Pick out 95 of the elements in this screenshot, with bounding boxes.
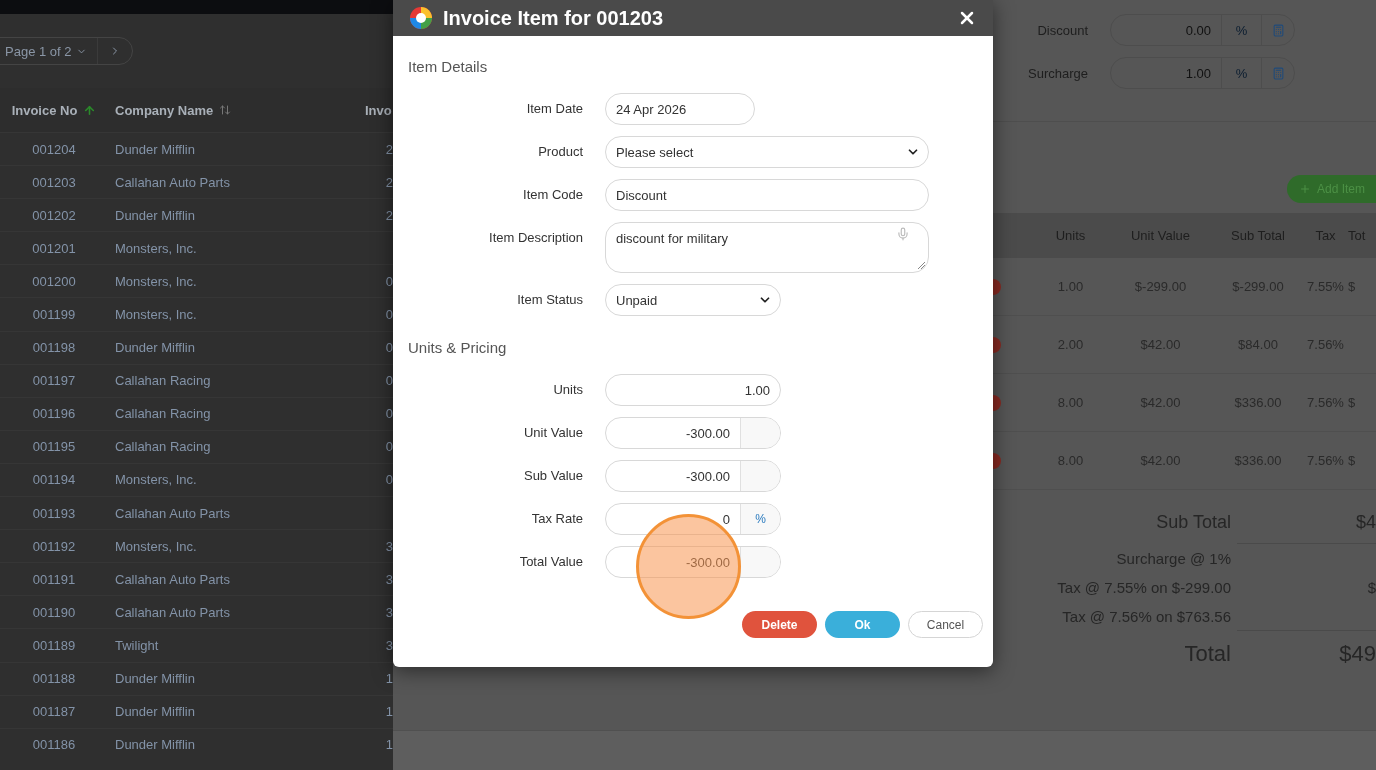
table-cell: Monsters, Inc. — [115, 538, 197, 554]
table-cell: 0 — [385, 373, 393, 389]
calculator-icon — [1271, 23, 1285, 37]
table-cell: Monsters, Inc. — [115, 273, 197, 289]
table-cell: 3 — [385, 604, 393, 620]
table-cell: 001203 — [32, 174, 76, 190]
field-addon: % — [740, 504, 780, 534]
input-field[interactable]: -300.00 — [605, 417, 781, 449]
table-cell: 2 — [385, 207, 393, 223]
page-select[interactable]: Page 1 of 2 — [0, 38, 98, 64]
table-cell: Twilight — [115, 637, 159, 653]
table-cell-text: $ — [1348, 395, 1357, 410]
table-cell: Dunder Mifflin — [115, 340, 195, 356]
table-cell: Callahan Racing — [115, 406, 211, 422]
table-cell: Callahan Racing — [115, 439, 211, 455]
table-cell: Dunder Mifflin — [115, 671, 195, 687]
table-cell: 001189 — [32, 637, 76, 653]
table-cell: 0 — [385, 472, 393, 488]
table-cell: 0 — [385, 439, 393, 455]
table-cell: 3 — [385, 538, 393, 554]
table-cell: 0 — [385, 406, 393, 422]
table-cell: 3 — [385, 571, 393, 587]
table-cell: Monsters, Inc. — [115, 307, 197, 322]
plus-icon — [1299, 183, 1311, 195]
calculator-icon — [1271, 66, 1285, 80]
logo-icon — [409, 6, 433, 30]
table-cell: 001199 — [32, 307, 76, 322]
input-field[interactable]: Discount — [605, 179, 929, 211]
table-cell: Monsters, Inc. — [115, 472, 197, 488]
table-cell: 1 — [385, 737, 393, 753]
table-cell: 001196 — [32, 406, 76, 422]
field-label: Total Value — [518, 553, 583, 569]
table-cell: 001192 — [32, 538, 76, 554]
table-cell: Monsters, Inc. — [115, 240, 197, 256]
unit-addon: % — [1221, 58, 1261, 88]
input-field[interactable]: 0 % — [605, 503, 781, 535]
table-cell: Dunder Mifflin — [115, 141, 195, 157]
field-label: Discount — [1036, 22, 1088, 38]
table-cell: Callahan Auto Parts — [115, 505, 230, 521]
table-cell: Callahan Auto Parts — [115, 604, 230, 620]
field-label: Sub Value — [522, 467, 583, 483]
table-cell: 001190 — [32, 604, 76, 620]
table-cell: Dunder Mifflin — [115, 207, 195, 223]
table-cell: Callahan Auto Parts — [115, 174, 230, 190]
table-cell: 0 — [385, 273, 393, 289]
table-cell: 001198 — [32, 340, 76, 356]
table-cell: Dunder Mifflin — [115, 704, 195, 720]
dialog-title: Invoice Item for 001203 — [443, 6, 665, 30]
field-label: Item Date — [525, 100, 583, 116]
field-label: Tax Rate — [530, 510, 583, 526]
table-cell: 001193 — [32, 505, 76, 521]
delete-button[interactable]: Delete — [742, 611, 817, 638]
resize-grip-icon[interactable] — [917, 261, 926, 270]
section-title: Item Details — [408, 58, 489, 75]
table-cell: 0 — [385, 340, 393, 356]
total-value: $ — [1366, 578, 1376, 598]
unit-addon: % — [1221, 15, 1261, 45]
field-label: Product — [537, 143, 583, 159]
table-cell: 001194 — [32, 472, 76, 488]
table-cell: 001186 — [32, 737, 76, 753]
table-cell: 0 — [385, 307, 393, 322]
field-label: Item Status — [516, 291, 583, 307]
table-cell: 001202 — [32, 207, 76, 223]
cancel-button[interactable]: Cancel — [908, 611, 983, 638]
table-cell: 3 — [385, 637, 393, 653]
table-cell: 001201 — [32, 240, 76, 256]
date-field[interactable]: 24 Apr 2026 — [605, 93, 755, 125]
table-cell: 001191 — [32, 571, 76, 587]
table-cell: 001200 — [32, 273, 76, 289]
field-label: Item Description — [488, 229, 583, 245]
table-cell-text: $ — [1348, 453, 1357, 468]
table-cell: 001195 — [32, 439, 76, 455]
table-cell: 001187 — [32, 704, 76, 720]
field-label: Units — [552, 381, 583, 397]
field-label: Surcharge — [1027, 65, 1088, 81]
table-cell: Callahan Auto Parts — [115, 571, 230, 587]
table-cell: 1 — [385, 671, 393, 687]
table-cell: 2 — [385, 141, 393, 157]
dropdown[interactable]: Please select — [605, 136, 929, 168]
field-label: Unit Value — [523, 424, 583, 440]
table-cell: 2 — [385, 174, 393, 190]
input-field[interactable]: -300.00 — [605, 460, 781, 492]
text-area[interactable]: discount for military — [605, 222, 929, 273]
table-cell: Dunder Mifflin — [115, 737, 195, 753]
input-field[interactable]: 1.00 — [605, 374, 781, 406]
table-cell: 1 — [385, 704, 393, 720]
table-cell: 001188 — [32, 671, 76, 687]
section-title: Units & Pricing — [408, 339, 508, 356]
table-cell: 001197 — [32, 373, 76, 389]
dropdown[interactable]: Unpaid — [605, 284, 781, 316]
table-cell: 001204 — [32, 141, 76, 157]
field-label: Item Code — [522, 186, 583, 202]
microphone-icon[interactable] — [896, 227, 910, 241]
table-cell: Callahan Racing — [115, 373, 211, 389]
table-cell-text: $ — [1348, 279, 1357, 294]
